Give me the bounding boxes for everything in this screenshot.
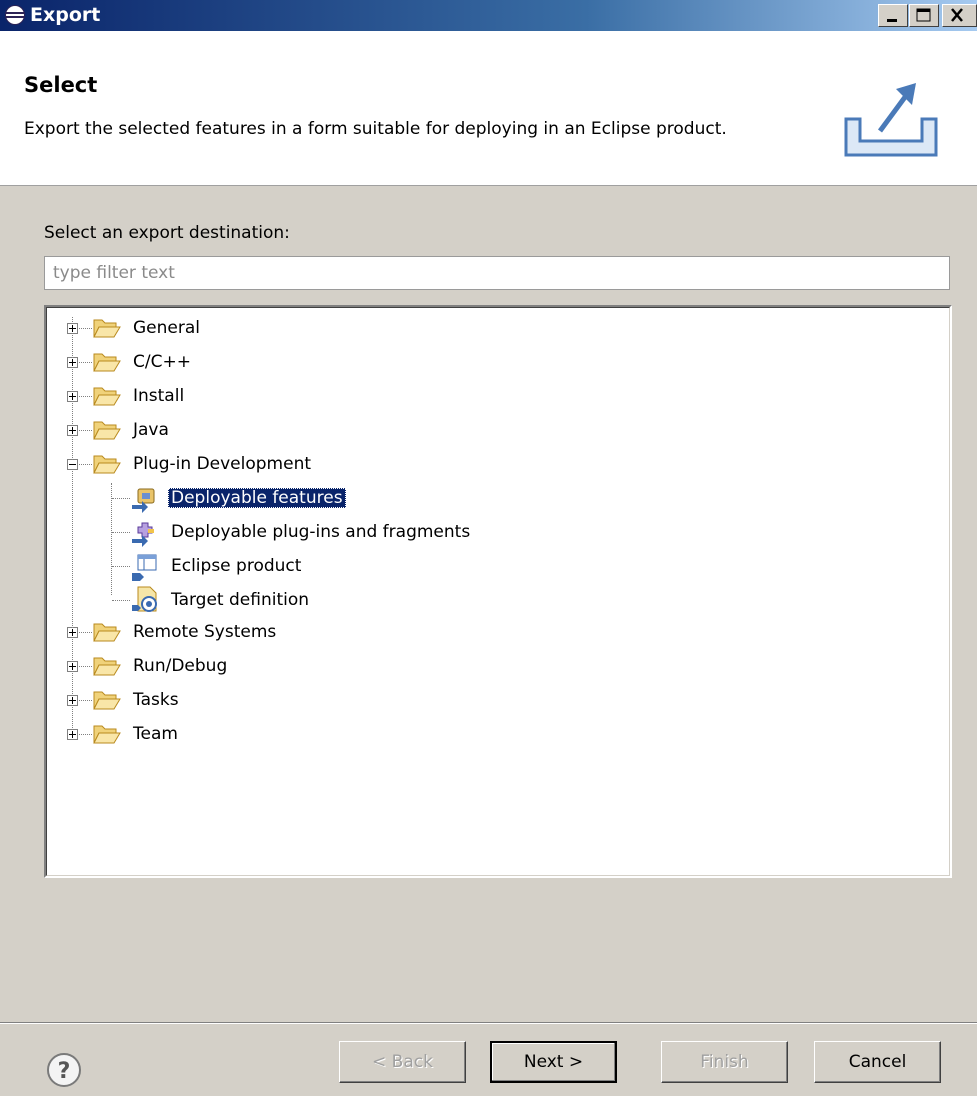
next-button[interactable]: Next >	[490, 1041, 617, 1083]
tree-item-java[interactable]: Java	[130, 415, 172, 445]
folder-icon	[93, 421, 121, 440]
tree-connector	[111, 483, 112, 595]
expand-toggle-general[interactable]	[67, 323, 78, 334]
tree-item-cpp[interactable]: C/C++	[130, 347, 194, 377]
expand-toggle-tasks[interactable]	[67, 695, 78, 706]
tree-item-general[interactable]: General	[130, 313, 203, 343]
back-button[interactable]: < Back	[339, 1041, 466, 1083]
svg-text:?: ?	[58, 1059, 71, 1084]
finish-button[interactable]: Finish	[661, 1041, 788, 1083]
tree-item-team[interactable]: Team	[130, 719, 181, 749]
collapse-toggle-plugin-development[interactable]	[67, 459, 78, 470]
target-definition-icon	[132, 586, 157, 612]
tree-item-eclipse-product[interactable]: Eclipse product	[168, 551, 304, 581]
minimize-button[interactable]	[878, 4, 908, 27]
expand-toggle-cpp[interactable]	[67, 357, 78, 368]
tree-item-install[interactable]: Install	[130, 381, 187, 411]
page-description: Export the selected features in a form s…	[24, 119, 727, 139]
maximize-button[interactable]	[909, 4, 939, 27]
help-icon[interactable]: ?	[46, 1052, 82, 1088]
destination-tree[interactable]: General C/C++ Install Java Plug-in Devel…	[44, 305, 952, 878]
page-title: Select	[24, 73, 98, 97]
folder-icon	[93, 353, 121, 372]
folder-icon	[93, 725, 121, 744]
eclipse-icon	[5, 5, 25, 25]
title-bar: Export	[0, 0, 977, 31]
filter-input[interactable]	[44, 256, 950, 290]
wizard-banner: Select Export the selected features in a…	[0, 31, 977, 186]
expand-toggle-java[interactable]	[67, 425, 78, 436]
tree-item-remote-systems[interactable]: Remote Systems	[130, 617, 279, 647]
button-bar-separator	[0, 1022, 977, 1024]
feature-export-icon	[132, 488, 155, 513]
folder-icon	[93, 623, 121, 642]
folder-icon	[93, 319, 121, 338]
close-button[interactable]	[942, 4, 977, 27]
folder-open-icon	[93, 455, 121, 474]
expand-toggle-team[interactable]	[67, 729, 78, 740]
tree-item-plugin-development[interactable]: Plug-in Development	[130, 449, 314, 479]
tree-item-target-definition[interactable]: Target definition	[168, 585, 312, 615]
cancel-button[interactable]: Cancel	[814, 1041, 941, 1083]
expand-toggle-install[interactable]	[67, 391, 78, 402]
folder-icon	[93, 387, 121, 406]
close-icon	[951, 8, 963, 22]
maximize-icon	[916, 8, 931, 22]
plugin-export-icon	[132, 522, 154, 547]
expand-toggle-remote-systems[interactable]	[67, 627, 78, 638]
minimize-icon	[887, 19, 897, 22]
folder-icon	[93, 657, 121, 676]
tree-item-deployable-plugins[interactable]: Deployable plug-ins and fragments	[168, 517, 473, 547]
destination-label: Select an export destination:	[44, 223, 290, 243]
product-icon	[132, 554, 157, 581]
tree-item-run-debug[interactable]: Run/Debug	[130, 651, 230, 681]
tree-item-deployable-features[interactable]: Deployable features	[168, 483, 346, 513]
tree-item-tasks[interactable]: Tasks	[130, 685, 182, 715]
folder-icon	[93, 691, 121, 710]
export-icon	[844, 83, 938, 157]
expand-toggle-run-debug[interactable]	[67, 661, 78, 672]
window-title: Export	[30, 4, 101, 26]
